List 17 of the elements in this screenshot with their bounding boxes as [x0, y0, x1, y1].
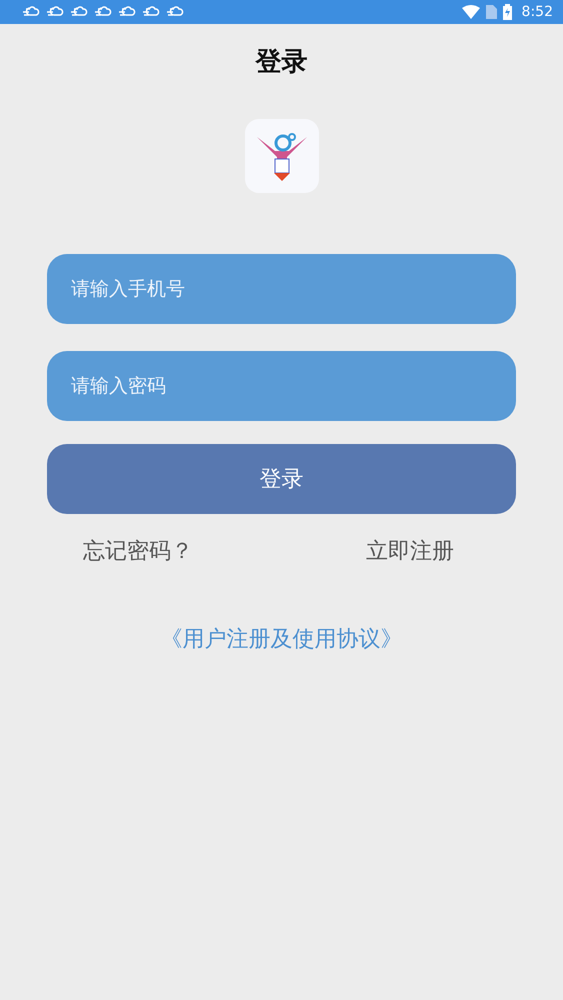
phone-input[interactable]: 请输入手机号 — [47, 254, 516, 324]
password-input[interactable]: 请输入密码 — [47, 351, 516, 421]
login-button[interactable]: 登录 — [47, 444, 516, 514]
battery-icon — [502, 4, 512, 20]
notification-icon — [46, 5, 64, 19]
forgot-password-link[interactable]: 忘记密码？ — [83, 536, 193, 566]
page-title: 登录 — [256, 46, 308, 79]
wifi-icon — [462, 5, 480, 19]
notification-icon — [166, 5, 184, 19]
register-link[interactable]: 立即注册 — [366, 536, 454, 566]
notification-icon — [70, 5, 88, 19]
notification-icon — [142, 5, 160, 19]
no-sim-icon — [486, 5, 497, 19]
status-time: 8:52 — [522, 4, 553, 20]
notification-icon — [94, 5, 112, 19]
notification-icon — [118, 5, 136, 19]
notification-icon — [22, 5, 40, 19]
